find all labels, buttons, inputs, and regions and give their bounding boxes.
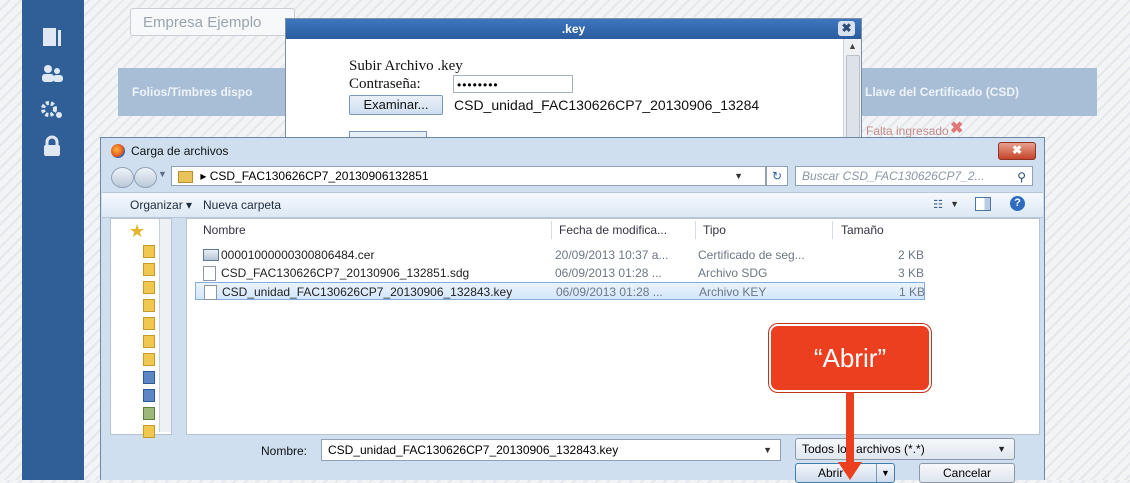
file-name: CSD_unidad_FAC130626CP7_20130906_132843.… <box>222 285 513 299</box>
users-icon[interactable] <box>39 62 65 86</box>
open-options-dropdown-icon[interactable]: ▼ <box>876 464 894 482</box>
history-dropdown-icon[interactable]: ▼ <box>158 169 167 179</box>
firefox-icon <box>111 144 125 158</box>
navigation-scrollbar[interactable] <box>159 219 171 432</box>
file-size: 3 KB <box>898 266 925 280</box>
gears-icon[interactable] <box>39 97 65 121</box>
file-row-selected[interactable]: CSD_unidad_FAC130626CP7_20130906_132843.… <box>195 282 925 300</box>
file-size: 1 KB <box>899 285 926 299</box>
folder-icon[interactable] <box>143 263 155 276</box>
dialog-titlebar: Carga de archivos <box>111 144 228 158</box>
column-header-type[interactable]: Tipo <box>703 223 726 237</box>
folder-icon[interactable] <box>143 281 155 294</box>
file-name-field[interactable]: CSD_unidad_FAC130626CP7_20130906_132843.… <box>321 439 781 461</box>
column-header-date[interactable]: Fecha de modifica... <box>559 223 667 237</box>
new-folder-button[interactable]: Nueva carpeta <box>203 198 281 212</box>
csd-key-panel-header: Llave del Certificado (CSD) <box>857 68 1097 116</box>
selected-file-name: CSD_unidad_FAC130626CP7_20130906_13284 <box>454 97 760 113</box>
close-icon[interactable]: ✖ <box>838 21 855 36</box>
missing-status: Falta ingresado <box>866 124 949 138</box>
lock-icon[interactable] <box>39 134 65 158</box>
search-icon[interactable]: ⚲ <box>1017 168 1026 186</box>
file-type: Certificado de seg... <box>698 248 805 262</box>
key-modal-scrollbar[interactable]: ▲ <box>843 39 861 147</box>
column-divider[interactable] <box>551 221 552 239</box>
close-icon[interactable]: ✖ <box>998 142 1036 160</box>
key-modal-title: .key <box>286 19 861 39</box>
scroll-thumb[interactable] <box>846 55 860 147</box>
file-row[interactable]: 00001000000300806484.cer 20/09/2013 10:3… <box>195 246 925 264</box>
address-path[interactable]: CSD_FAC130626CP7_20130906132851 <box>210 169 429 183</box>
column-header-size[interactable]: Tamaño <box>841 223 884 237</box>
chevron-down-icon[interactable]: ▼ <box>950 199 959 209</box>
folder-icon[interactable] <box>143 245 155 258</box>
file-name: CSD_FAC130626CP7_20130906_132851.sdg <box>221 266 470 280</box>
address-bar[interactable]: ▸ CSD_FAC130626CP7_20130906132851 ▼ <box>171 166 766 186</box>
annotation-arrow <box>846 392 854 464</box>
dialog-title: Carga de archivos <box>131 144 229 158</box>
annotation-arrow-head <box>838 462 862 480</box>
back-button[interactable] <box>111 167 134 188</box>
chevron-down-icon[interactable]: ▼ <box>997 439 1006 459</box>
column-divider[interactable] <box>695 221 696 239</box>
file-type: Archivo SDG <box>698 266 768 280</box>
network-icon[interactable] <box>143 389 155 402</box>
file-date: 20/09/2013 10:37 a... <box>555 248 669 262</box>
search-input[interactable]: Buscar CSD_FAC130626CP7_2... ⚲ <box>795 166 1033 186</box>
favorites-star-icon[interactable]: ★ <box>129 221 145 242</box>
column-header-name[interactable]: Nombre <box>203 223 246 237</box>
file-icon <box>204 285 217 300</box>
column-divider[interactable] <box>832 221 833 239</box>
company-select[interactable]: Empresa Ejemplo <box>130 8 295 36</box>
file-name-label: Nombre: <box>261 444 308 458</box>
certificate-file-icon <box>203 249 219 261</box>
chevron-down-icon[interactable]: ▼ <box>763 440 772 460</box>
file-type: Archivo KEY <box>699 285 767 299</box>
document-icon[interactable] <box>39 25 65 49</box>
chevron-down-icon[interactable]: ▼ <box>734 167 743 185</box>
file-type-filter-value[interactable]: Todos los archivos (*.*) <box>802 442 925 456</box>
navigation-items <box>143 245 155 443</box>
view-options-icon[interactable]: ☷ <box>933 198 943 211</box>
cancel-button[interactable]: Cancelar <box>919 463 1015 483</box>
organize-menu[interactable]: Organizar ▾ <box>130 198 192 212</box>
folder-icon <box>178 170 193 183</box>
password-label: Contraseña: <box>349 76 421 92</box>
folder-icon[interactable] <box>143 299 155 312</box>
navigation-pane: ★ <box>110 218 172 438</box>
folios-panel-header: Folios/Timbres dispo <box>118 68 288 116</box>
file-name: 00001000000300806484.cer <box>221 248 375 262</box>
file-type-filter[interactable]: Todos los archivos (*.*) ▼ <box>795 438 1015 460</box>
folder-icon[interactable] <box>143 353 155 366</box>
file-name-value[interactable]: CSD_unidad_FAC130626CP7_20130906_132843.… <box>328 443 618 457</box>
browse-button[interactable]: Examinar... <box>349 95 443 115</box>
dialog-toolbar: Organizar ▾ Nueva carpeta ☷ ▼ ? <box>102 192 1043 218</box>
scroll-up-icon[interactable]: ▲ <box>848 41 857 51</box>
missing-x-icon: ✖ <box>950 120 964 137</box>
refresh-icon[interactable]: ↻ <box>766 166 788 186</box>
folder-icon[interactable] <box>143 317 155 330</box>
file-date: 06/09/2013 01:28 ... <box>555 266 662 280</box>
key-modal-heading: Subir Archivo .key <box>349 58 463 74</box>
file-date: 06/09/2013 01:28 ... <box>556 285 663 299</box>
folder-icon[interactable] <box>143 335 155 348</box>
breadcrumb-arrow-icon: ▸ <box>200 169 210 183</box>
folder-icon[interactable] <box>143 425 155 438</box>
homegroup-icon[interactable] <box>143 407 155 420</box>
search-placeholder: Buscar CSD_FAC130626CP7_2... <box>802 169 985 183</box>
file-size: 2 KB <box>898 248 925 262</box>
file-icon <box>203 266 216 281</box>
computer-icon[interactable] <box>143 371 155 384</box>
help-icon[interactable]: ? <box>1010 196 1025 211</box>
annotation-callout: “Abrir” <box>769 324 931 392</box>
preview-pane-icon[interactable] <box>975 197 991 211</box>
password-field[interactable]: •••••••• <box>453 75 573 93</box>
forward-button[interactable] <box>134 167 157 188</box>
key-upload-modal: .key ✖ ▲ Subir Archivo .key Contraseña: … <box>285 18 862 147</box>
app-sidebar <box>22 0 84 480</box>
file-row[interactable]: CSD_FAC130626CP7_20130906_132851.sdg 06/… <box>195 264 925 282</box>
file-upload-dialog: Carga de archivos ✖ ▼ ▸ CSD_FAC130626CP7… <box>100 137 1045 483</box>
